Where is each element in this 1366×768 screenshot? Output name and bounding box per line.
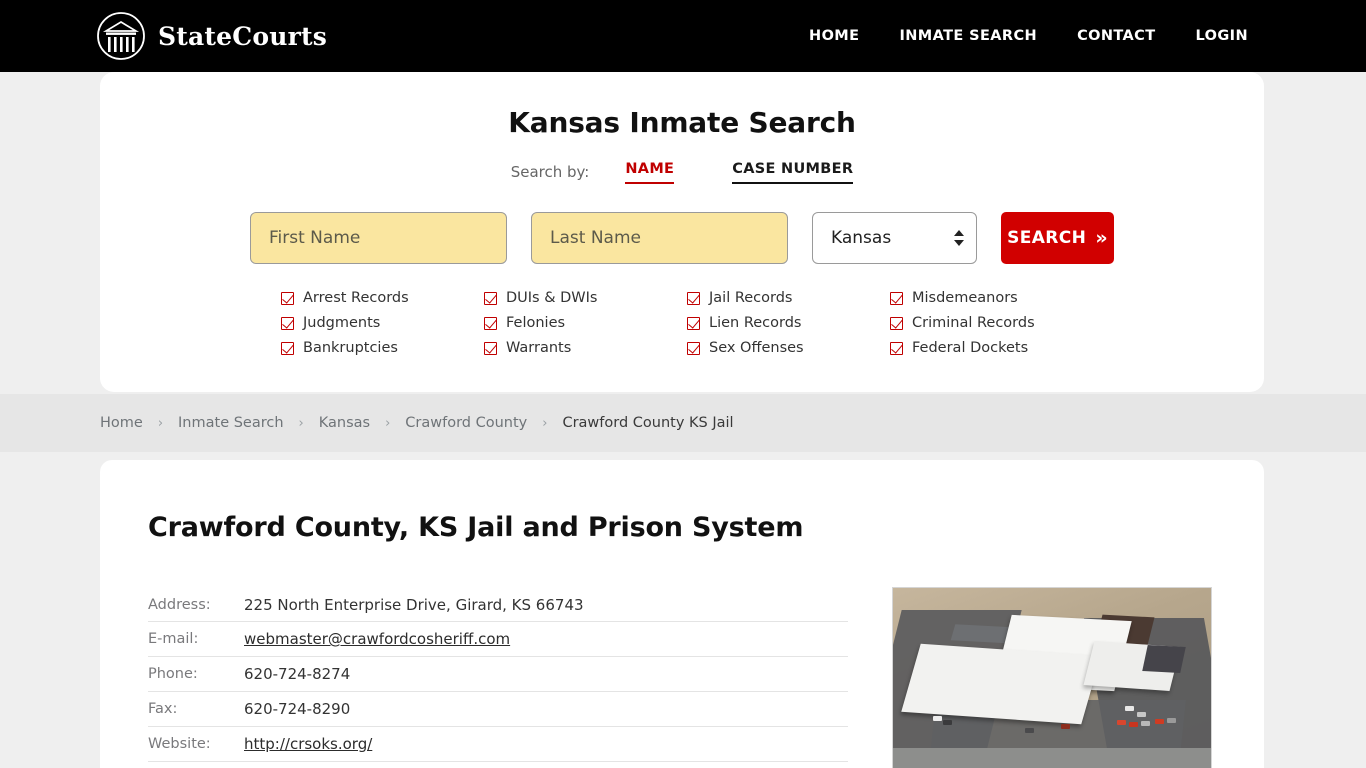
checkbox-checked-icon: [281, 316, 294, 330]
checkbox-label: Felonies: [506, 315, 566, 331]
checkbox-label: Federal Dockets: [912, 340, 1029, 356]
checkbox-felonies[interactable]: Felonies: [484, 315, 687, 331]
checkbox-label: Warrants: [506, 340, 572, 356]
nav-item-login[interactable]: LOGIN: [1176, 28, 1248, 44]
checkbox-label: Misdemeanors: [912, 290, 1018, 306]
checkbox-checked-icon: [484, 316, 497, 330]
checkbox-label: Judgments: [303, 315, 381, 331]
chevron-right-icon: ›: [542, 415, 548, 431]
facility-detail-card: Crawford County, KS Jail and Prison Syst…: [100, 460, 1264, 768]
checkbox-checked-icon: [890, 316, 903, 330]
facility-detail-row: Address: 225 North Enterprise Drive, Gir…: [148, 587, 1216, 768]
chevron-right-icon: ›: [298, 415, 304, 431]
facility-info-table: Address: 225 North Enterprise Drive, Gir…: [148, 587, 848, 768]
table-row: Fax: 620-724-8290: [148, 692, 848, 727]
state-select-wrapper: Kansas: [812, 212, 978, 264]
info-value-email-link[interactable]: webmaster@crawfordcosheriff.com: [244, 630, 510, 648]
double-chevron-right-icon: »: [1095, 226, 1108, 249]
inmate-search-card: Kansas Inmate Search Search by: NAME CAS…: [100, 72, 1264, 392]
nav-item-inmate-search[interactable]: INMATE SEARCH: [879, 28, 1057, 44]
info-value-phone: 620-724-8274: [244, 665, 351, 683]
last-name-input[interactable]: [531, 212, 788, 264]
facility-aerial-photo: [892, 587, 1212, 768]
info-label-email: E-mail:: [148, 631, 199, 647]
checkbox-label: DUIs & DWIs: [506, 290, 598, 306]
checkbox-checked-icon: [281, 341, 294, 355]
main-navigation: HOME INMATE SEARCH CONTACT LOGIN: [789, 28, 1248, 44]
info-label-website: Website:: [148, 736, 211, 752]
first-name-input[interactable]: [250, 212, 507, 264]
info-label-phone: Phone:: [148, 666, 198, 682]
brand-logo[interactable]: StateCourts: [96, 11, 327, 61]
checkbox-lien-records[interactable]: Lien Records: [687, 315, 890, 331]
checkbox-criminal-records[interactable]: Criminal Records: [890, 315, 1093, 331]
table-row: Phone: 620-724-8274: [148, 657, 848, 692]
table-row: Website: http://crsoks.org/: [148, 727, 848, 762]
brand-name: StateCourts: [158, 21, 327, 51]
checkbox-label: Bankruptcies: [303, 340, 398, 356]
info-label-fax: Fax:: [148, 701, 178, 717]
page-title: Crawford County, KS Jail and Prison Syst…: [148, 512, 804, 543]
checkbox-jail-records[interactable]: Jail Records: [687, 290, 890, 306]
site-header: StateCourts HOME INMATE SEARCH CONTACT L…: [0, 0, 1366, 72]
checkbox-federal-dockets[interactable]: Federal Dockets: [890, 340, 1093, 356]
record-type-checkbox-grid: Arrest Records DUIs & DWIs Jail Records …: [100, 290, 1264, 356]
search-card-title: Kansas Inmate Search: [508, 106, 856, 139]
breadcrumb: Home › Inmate Search › Kansas › Crawford…: [0, 394, 1366, 452]
chevron-right-icon: ›: [385, 415, 391, 431]
checkbox-checked-icon: [687, 291, 700, 305]
tab-case-number[interactable]: CASE NUMBER: [732, 161, 854, 184]
breadcrumb-item-home[interactable]: Home: [100, 415, 143, 431]
checkbox-checked-icon: [484, 291, 497, 305]
checkbox-label: Lien Records: [709, 315, 802, 331]
checkbox-label: Jail Records: [709, 290, 793, 306]
search-by-label: Search by:: [510, 163, 590, 181]
checkbox-checked-icon: [484, 341, 497, 355]
checkbox-checked-icon: [687, 341, 700, 355]
checkbox-checked-icon: [890, 341, 903, 355]
table-row: E-mail: webmaster@crawfordcosheriff.com: [148, 622, 848, 657]
table-row: Address: 225 North Enterprise Drive, Gir…: [148, 587, 848, 622]
breadcrumb-item-crawford-county[interactable]: Crawford County: [405, 415, 527, 431]
checkbox-misdemeanors[interactable]: Misdemeanors: [890, 290, 1093, 306]
state-select[interactable]: Kansas: [812, 212, 978, 264]
checkbox-warrants[interactable]: Warrants: [484, 340, 687, 356]
checkbox-label: Arrest Records: [303, 290, 409, 306]
checkbox-label: Sex Offenses: [709, 340, 804, 356]
breadcrumb-item-inmate-search[interactable]: Inmate Search: [178, 415, 284, 431]
chevron-right-icon: ›: [157, 415, 164, 431]
nav-item-home[interactable]: HOME: [789, 28, 879, 44]
courthouse-circle-icon: [97, 12, 145, 60]
checkbox-arrest-records[interactable]: Arrest Records: [281, 290, 484, 306]
info-value-address: 225 North Enterprise Drive, Girard, KS 6…: [244, 595, 584, 614]
checkbox-label: Criminal Records: [912, 315, 1035, 331]
breadcrumb-item-current: Crawford County KS Jail: [562, 415, 734, 431]
search-by-row: Search by: NAME CASE NUMBER: [100, 161, 1264, 184]
info-value-website-link[interactable]: http://crsoks.org/: [244, 735, 372, 753]
checkbox-bankruptcies[interactable]: Bankruptcies: [281, 340, 484, 356]
info-value-fax: 620-724-8290: [244, 700, 351, 718]
checkbox-judgments[interactable]: Judgments: [281, 315, 484, 331]
breadcrumb-item-kansas[interactable]: Kansas: [319, 415, 370, 431]
checkbox-checked-icon: [281, 291, 294, 305]
checkbox-checked-icon: [890, 291, 903, 305]
search-form: Kansas SEARCH »: [100, 212, 1264, 264]
checkbox-duis-dwis[interactable]: DUIs & DWIs: [484, 290, 687, 306]
checkbox-checked-icon: [687, 316, 700, 330]
info-label-address: Address:: [148, 596, 211, 613]
search-button-label: SEARCH: [1007, 228, 1087, 248]
tab-name[interactable]: NAME: [625, 161, 675, 184]
checkbox-sex-offenses[interactable]: Sex Offenses: [687, 340, 890, 356]
nav-item-contact[interactable]: CONTACT: [1057, 28, 1175, 44]
search-button[interactable]: SEARCH »: [1001, 212, 1114, 264]
